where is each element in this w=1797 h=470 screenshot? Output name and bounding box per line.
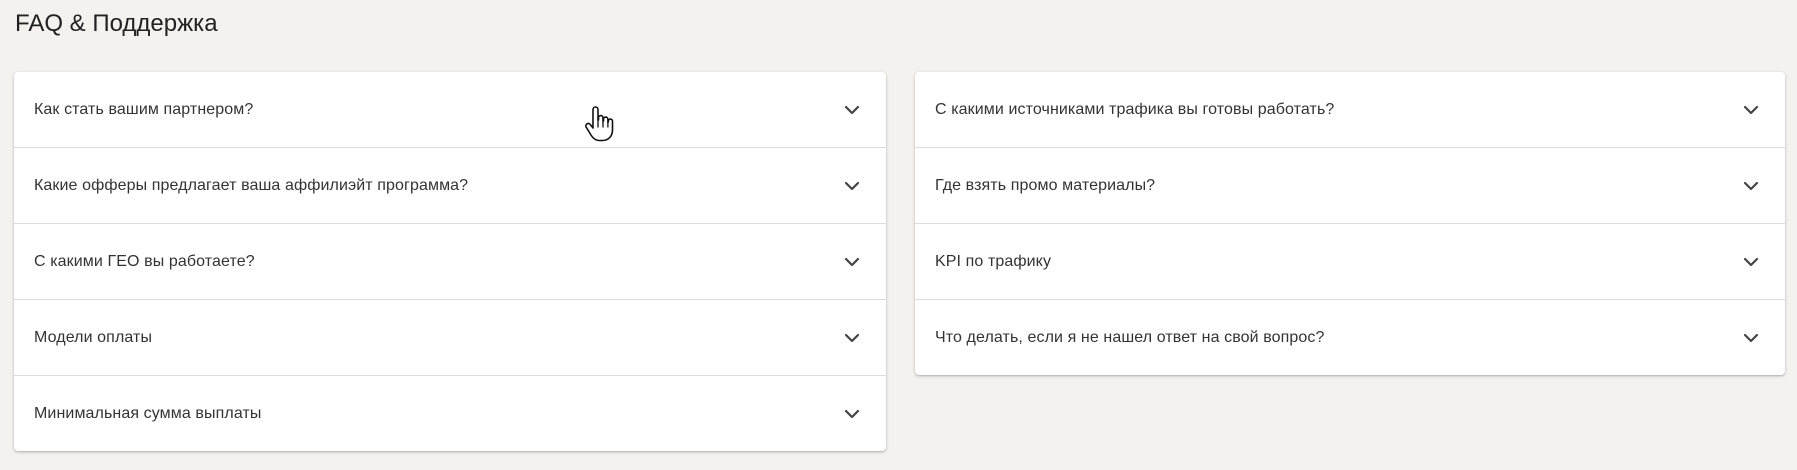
faq-question-label: С какими ГЕО вы работаете? (34, 252, 255, 270)
faq-item-offers[interactable]: Какие офферы предлагает ваша аффилиэйт п… (14, 148, 886, 224)
faq-question-label: Где взять промо материалы? (935, 176, 1156, 194)
faq-question-label: Как стать вашим партнером? (34, 100, 254, 118)
faq-question-label: Модели оплаты (34, 328, 153, 346)
faq-question-label: Минимальная сумма выплаты (34, 404, 262, 422)
chevron-down-icon[interactable] (1741, 328, 1761, 348)
page-title: FAQ & Поддержка (15, 10, 218, 37)
chevron-down-icon[interactable] (1741, 176, 1761, 196)
faq-item-promo-materials[interactable]: Где взять промо материалы? (915, 148, 1785, 224)
faq-item-traffic-sources[interactable]: С какими источниками трафика вы готовы р… (915, 72, 1785, 148)
faq-question-label: С какими источниками трафика вы готовы р… (935, 100, 1335, 118)
chevron-down-icon[interactable] (842, 328, 862, 348)
faq-item-traffic-kpi[interactable]: KPI по трафику (915, 224, 1785, 300)
chevron-down-icon[interactable] (1741, 100, 1761, 120)
faq-item-no-answer[interactable]: Что делать, если я не нашел ответ на сво… (915, 300, 1785, 375)
faq-item-min-payout[interactable]: Минимальная сумма выплаты (14, 376, 886, 451)
chevron-down-icon[interactable] (842, 252, 862, 272)
chevron-down-icon[interactable] (842, 176, 862, 196)
chevron-down-icon[interactable] (842, 404, 862, 424)
faq-question-label: Что делать, если я не нашел ответ на сво… (935, 328, 1325, 346)
faq-column-left: Как стать вашим партнером? Какие офферы … (14, 72, 886, 451)
faq-item-geo[interactable]: С какими ГЕО вы работаете? (14, 224, 886, 300)
chevron-down-icon[interactable] (1741, 252, 1761, 272)
faq-question-label: KPI по трафику (935, 252, 1052, 270)
faq-column-right: С какими источниками трафика вы готовы р… (915, 72, 1785, 375)
faq-question-label: Какие офферы предлагает ваша аффилиэйт п… (34, 176, 469, 194)
chevron-down-icon[interactable] (842, 100, 862, 120)
faq-item-become-partner[interactable]: Как стать вашим партнером? (14, 72, 886, 148)
faq-item-payment-models[interactable]: Модели оплаты (14, 300, 886, 376)
